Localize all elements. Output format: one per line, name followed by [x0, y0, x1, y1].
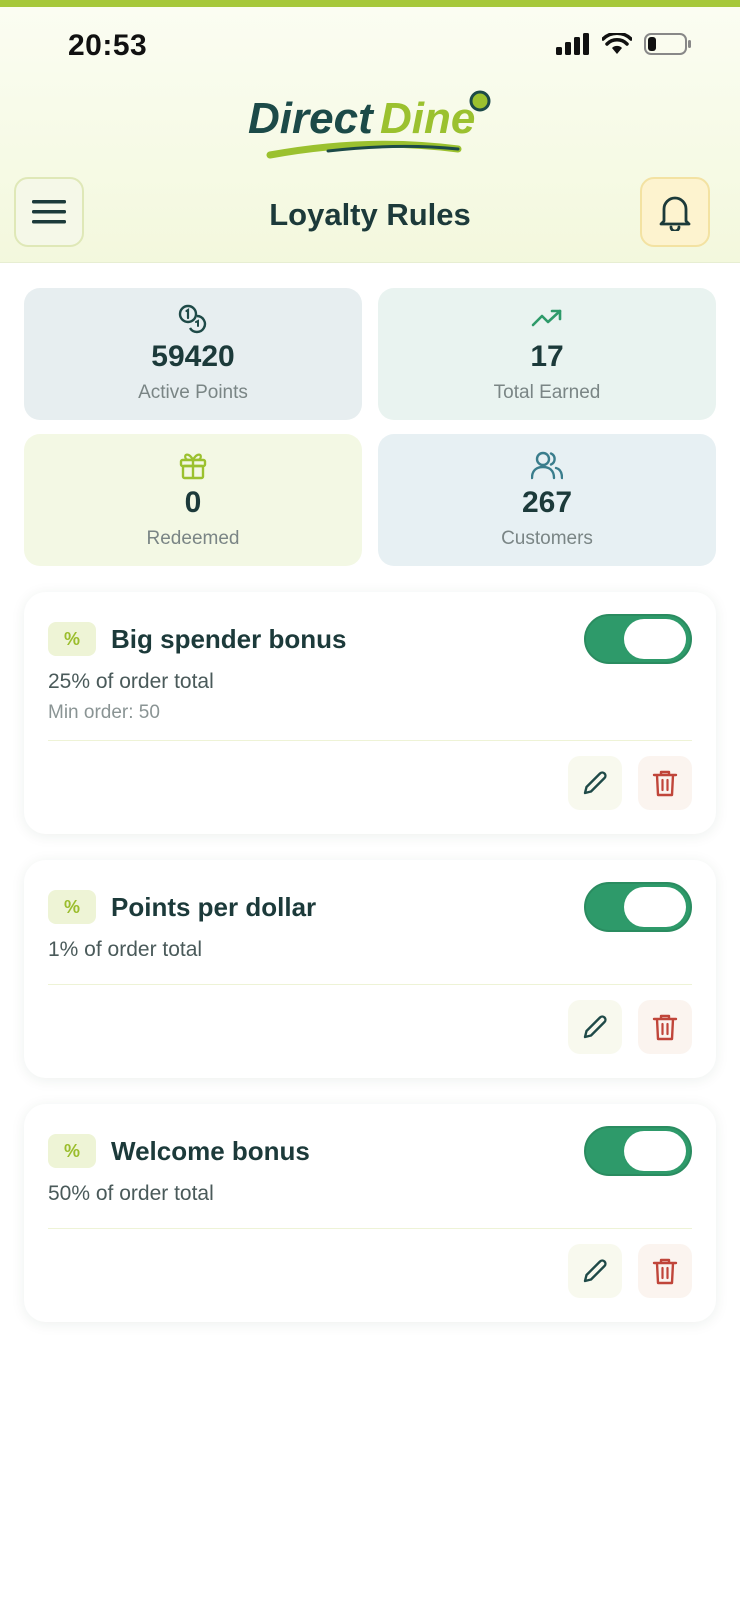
divider [48, 984, 692, 985]
stat-label: Total Earned [493, 382, 601, 403]
signal-icon [556, 33, 589, 55]
pencil-icon [583, 771, 607, 795]
trash-icon [652, 1258, 678, 1285]
trending-up-icon [531, 309, 562, 327]
rule-card: % Welcome bonus 50% of order total [24, 1104, 716, 1322]
rule-description: 1% of order total [48, 938, 203, 961]
percent-badge: % [48, 1134, 96, 1168]
delete-rule-button[interactable] [638, 1000, 692, 1054]
edit-rule-button[interactable] [568, 756, 622, 810]
bell-icon [659, 196, 691, 231]
percent-badge: % [48, 890, 96, 924]
rule-enabled-toggle[interactable] [584, 882, 692, 932]
stat-value: 17 [530, 340, 564, 373]
toggle-knob [624, 619, 686, 659]
stat-value: 59420 [151, 340, 235, 373]
notifications-button[interactable] [640, 177, 710, 247]
toggle-knob [624, 887, 686, 927]
percent-badge: % [48, 622, 96, 656]
rule-description: 50% of order total [48, 1182, 214, 1205]
gift-icon [179, 453, 207, 480]
rule-description: 25% of order total [48, 670, 214, 693]
rule-enabled-toggle[interactable] [584, 614, 692, 664]
coins-icon [178, 304, 207, 334]
rule-name: Points per dollar [111, 892, 317, 922]
wifi-icon [602, 33, 632, 54]
top-accent-strip [0, 0, 740, 7]
header: 20:53 Direct Dine Loyalty Rules [0, 7, 740, 263]
pencil-icon [583, 1015, 607, 1039]
trash-icon [652, 770, 678, 797]
directdine-logo: Direct Dine [248, 90, 491, 159]
pencil-icon [583, 1259, 607, 1283]
status-icons [556, 33, 692, 55]
stat-card-active-points: 59420 Active Points [24, 288, 362, 420]
rule-min-order: Min order: 50 [48, 702, 160, 723]
rule-card: % Points per dollar 1% of order total [24, 860, 716, 1078]
rule-card: % Big spender bonus 25% of order total M… [24, 592, 716, 834]
battery-icon [644, 33, 691, 55]
edit-rule-button[interactable] [568, 1000, 622, 1054]
status-time: 20:53 [68, 29, 148, 62]
stat-card-redeemed: 0 Redeemed [24, 434, 362, 566]
divider [48, 1228, 692, 1229]
stat-card-customers: 267 Customers [378, 434, 716, 566]
page-title: Loyalty Rules [269, 197, 471, 232]
trash-icon [652, 1014, 678, 1041]
divider [48, 740, 692, 741]
rule-name: Big spender bonus [111, 624, 347, 654]
svg-text:Dine: Dine [380, 94, 475, 143]
rule-enabled-toggle[interactable] [584, 1126, 692, 1176]
stat-value: 0 [184, 486, 202, 519]
delete-rule-button[interactable] [638, 1244, 692, 1298]
stat-card-total-earned: 17 Total Earned [378, 288, 716, 420]
stat-label: Customers [501, 528, 593, 549]
rule-name: Welcome bonus [111, 1136, 310, 1166]
delete-rule-button[interactable] [638, 756, 692, 810]
stat-label: Active Points [138, 382, 248, 403]
stat-value: 267 [521, 486, 573, 519]
edit-rule-button[interactable] [568, 1244, 622, 1298]
stat-label: Redeemed [146, 528, 240, 549]
svg-text:Direct: Direct [248, 94, 375, 143]
toggle-knob [624, 1131, 686, 1171]
users-icon [531, 451, 563, 480]
